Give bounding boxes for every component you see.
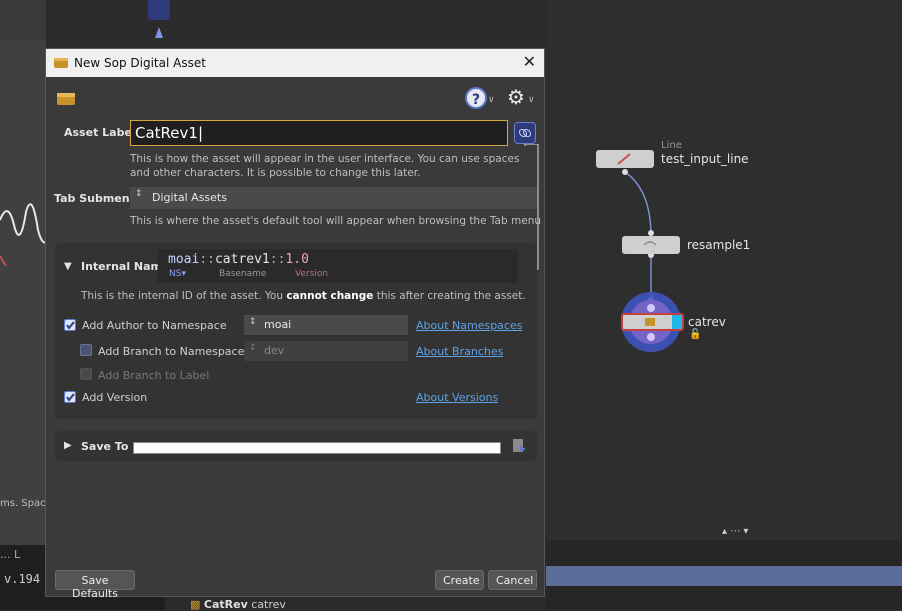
add-branch-to-label-label: Add Branch to Label <box>98 369 210 382</box>
add-version-checkbox[interactable] <box>64 391 76 403</box>
add-branch-to-label-checkbox <box>80 368 92 380</box>
add-branch-label: Add Branch to Namespace <box>98 345 245 358</box>
link-label-name-button[interactable] <box>514 122 536 144</box>
check-icon <box>66 393 75 402</box>
about-versions-link[interactable]: About Versions <box>416 391 498 404</box>
new-digital-asset-dialog: New Sop Digital Asset ✕ ? ∨ ⚙ ∨ Asset La… <box>45 48 545 600</box>
tab-submenu-label: Tab Submenu <box>54 192 138 205</box>
expand-triangle-icon[interactable]: ▼ <box>64 261 72 272</box>
asset-label-input[interactable]: CatRev1| <box>130 120 508 146</box>
save-to-path-field[interactable] <box>133 442 501 454</box>
tab-submenu-select[interactable]: ↕ Digital Assets <box>130 187 537 209</box>
tab-asset-label: CatRev <box>203 598 248 611</box>
updown-icon: ↕ <box>135 189 143 199</box>
internal-name-help-c: this after creating the asset. <box>373 290 526 302</box>
view-mode-button[interactable] <box>148 0 170 20</box>
digital-asset-icon <box>645 318 655 326</box>
check-icon <box>66 321 75 330</box>
add-author-label: Add Author to Namespace <box>82 319 227 332</box>
unlock-icon: 🔓 <box>689 329 702 340</box>
panel-controls[interactable]: ▴ ⋯ ▾ <box>722 526 748 537</box>
internal-name-label: Internal Name <box>81 260 170 273</box>
save-defaults-button[interactable]: Save Defaults <box>55 570 135 600</box>
display-flag[interactable] <box>672 315 682 329</box>
pose-tool-icon[interactable] <box>148 22 170 44</box>
line-sop-icon <box>617 153 631 165</box>
internal-name-help-a: This is the internal ID of the asset. Yo… <box>81 290 287 302</box>
asset-icon <box>54 58 68 68</box>
about-namespaces-link[interactable]: About Namespaces <box>416 319 522 332</box>
basename-caption: Basename <box>219 269 267 279</box>
internal-name-namespace: moai <box>168 252 200 267</box>
branch-value: dev <box>264 344 285 357</box>
branch-select[interactable]: ↕ dev <box>244 341 408 361</box>
internal-name-help-bold: cannot change <box>286 290 374 302</box>
asset-box-icon: ▩ <box>190 598 201 611</box>
create-button[interactable]: Create <box>435 570 484 590</box>
version-separator: :: <box>269 252 286 267</box>
save-to-label: Save To <box>81 440 129 453</box>
node-test-input-line[interactable] <box>596 150 654 168</box>
tab-asset-name: catrev <box>251 598 286 611</box>
asset-label-help: This is how the asset will appear in the… <box>130 153 520 179</box>
internal-name-field[interactable]: moai::catrev1::1.0 NS▾ Basename Version <box>158 249 518 283</box>
node-label-catrev: catrev <box>688 315 726 329</box>
gear-icon[interactable]: ⚙ <box>507 85 525 109</box>
updown-icon: ↕ <box>249 317 257 327</box>
link-icon <box>518 128 532 138</box>
expand-triangle-right-icon[interactable]: ▶ <box>64 440 72 451</box>
console-tabs: ... L <box>0 548 21 561</box>
node-resample1[interactable] <box>622 236 680 254</box>
viewport-curve <box>0 203 46 267</box>
asset-icon-large <box>57 93 75 105</box>
updown-icon: ↕ <box>249 343 257 353</box>
asset-label-value: CatRev1 <box>135 124 198 142</box>
chevron-down-icon[interactable]: ∨ <box>528 95 535 105</box>
namespace-separator: :: <box>199 252 215 267</box>
network-wires <box>621 169 681 352</box>
add-version-label: Add Version <box>82 391 148 404</box>
version-text: v.194 <box>4 572 41 586</box>
asset-label-label: Asset Label <box>64 126 136 139</box>
author-value: moai <box>264 318 292 331</box>
about-branches-link[interactable]: About Branches <box>416 345 503 358</box>
viewport-pane <box>0 40 46 545</box>
add-author-checkbox[interactable] <box>64 319 76 331</box>
cancel-button[interactable]: Cancel <box>488 570 537 590</box>
parameter-header-bar <box>546 566 902 586</box>
node-type-label: Line <box>661 140 682 151</box>
add-branch-checkbox[interactable] <box>80 344 92 356</box>
tab-submenu-help: This is where the asset's default tool w… <box>130 215 541 227</box>
close-icon[interactable]: ✕ <box>523 52 536 71</box>
dialog-titlebar[interactable]: New Sop Digital Asset ✕ <box>46 49 544 77</box>
parameter-tab[interactable]: ▩ CatRev catrev <box>190 598 286 611</box>
node-label-test-input-line: test_input_line <box>661 152 749 166</box>
version-caption: Version <box>295 269 329 279</box>
resample-sop-icon <box>643 241 657 246</box>
internal-name-version: 1.0 <box>285 252 309 267</box>
tab-submenu-value: Digital Assets <box>152 191 227 204</box>
node-catrev[interactable] <box>621 313 684 331</box>
node-label-resample1: resample1 <box>687 238 751 252</box>
chevron-down-icon[interactable]: ∨ <box>488 95 495 105</box>
author-select[interactable]: ↕ moai <box>244 315 408 335</box>
internal-name-help: This is the internal ID of the asset. Yo… <box>81 289 526 303</box>
help-icon[interactable]: ? <box>465 87 487 109</box>
dialog-title: New Sop Digital Asset <box>74 56 206 70</box>
file-chooser-icon[interactable] <box>511 438 527 454</box>
internal-name-basename: catrev1 <box>214 252 270 267</box>
namespace-dropdown[interactable]: NS▾ <box>169 269 186 279</box>
